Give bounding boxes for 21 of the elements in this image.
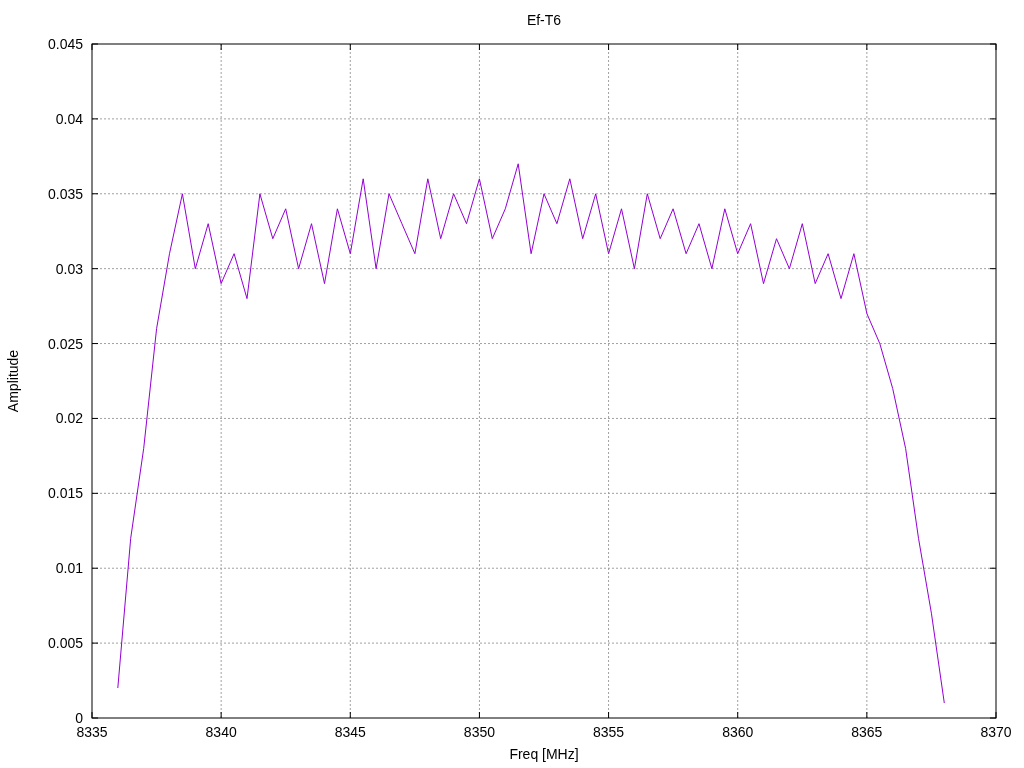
x-tick-label: 8360 — [722, 724, 754, 740]
x-tick-label: 8365 — [851, 724, 883, 740]
y-tick-label: 0.03 — [55, 260, 83, 277]
x-axis-label: Freq [MHz] — [509, 746, 579, 762]
y-axis-label: Amplitude — [5, 349, 21, 413]
x-tick-label: 8355 — [593, 724, 625, 740]
x-tick-label: 8370 — [980, 724, 1012, 740]
x-tick-label: 8340 — [205, 724, 237, 740]
x-tick-label: 8335 — [76, 724, 108, 740]
chart-title: Ef-T6 — [526, 12, 562, 28]
y-tick-label: 0.035 — [47, 185, 83, 202]
y-tick-label: 0.01 — [55, 560, 83, 577]
y-tick-label: 0.025 — [47, 335, 83, 352]
x-tick-label: 8345 — [334, 724, 366, 740]
y-tick-label: 0.04 — [55, 110, 83, 127]
y-tick-label: 0.015 — [47, 485, 83, 502]
y-tick-label: 0.045 — [47, 36, 83, 52]
y-tick-label: 0.02 — [55, 410, 83, 427]
y-tick-label: 0.005 — [47, 635, 83, 652]
x-tick-label: 8350 — [463, 724, 495, 740]
y-tick-label: 0 — [75, 710, 83, 726]
